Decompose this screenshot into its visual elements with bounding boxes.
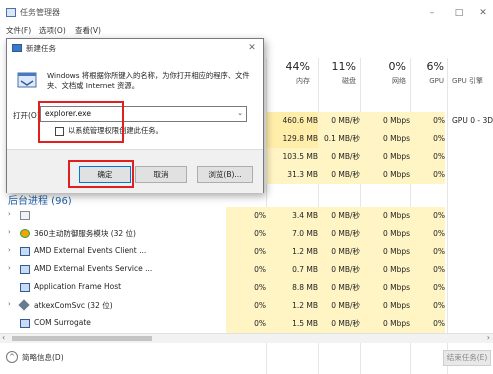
app-window-icon	[20, 319, 30, 328]
gpu-engine-label: GPU 引擎	[452, 77, 483, 85]
dialog-title-bar: 新建任务 ✕	[7, 39, 263, 57]
menu-options[interactable]: 选项(O)	[39, 25, 66, 36]
window-title: 任务管理器	[20, 8, 60, 17]
memory-label: 内存	[296, 77, 310, 85]
table-row[interactable]: › AMD External Events Service ... 0% 0.7…	[0, 261, 493, 279]
run-program-icon	[17, 72, 37, 88]
cancel-button[interactable]: 取消	[135, 166, 187, 183]
task-manager-icon	[6, 8, 16, 17]
column-disk[interactable]: 11% 磁盘	[318, 60, 356, 94]
end-task-button[interactable]: 结束任务(E)	[443, 350, 491, 366]
gpu-label: GPU	[429, 77, 444, 85]
expand-chevron-icon[interactable]: ›	[8, 210, 11, 218]
scroll-left-icon[interactable]: ‹	[2, 333, 5, 342]
dialog-button-bar: 确定 取消 浏览(B)...	[7, 149, 263, 193]
run-window-icon	[12, 44, 22, 52]
network-percent: 0%	[388, 60, 406, 73]
highlight-ok-button	[68, 160, 134, 188]
table-row[interactable]: › atkexComSvc (32 位) 0% 1.2 MB 0 MB/秒 0 …	[0, 297, 493, 315]
close-button[interactable]: ✕	[475, 6, 491, 20]
expand-chevron-icon[interactable]: ›	[8, 300, 11, 308]
expand-chevron-icon[interactable]: ›	[8, 264, 11, 272]
column-network[interactable]: 0% 网络	[360, 60, 406, 94]
chevron-up-icon: ^	[6, 351, 18, 363]
menu-view[interactable]: 查看(V)	[75, 25, 101, 36]
dialog-close-button[interactable]: ✕	[245, 42, 259, 54]
menu-file[interactable]: 文件(F)	[6, 25, 31, 36]
dialog-title: 新建任务	[26, 44, 56, 53]
column-gpu-engine[interactable]: GPU 引擎	[452, 60, 493, 94]
dialog-description: Windows 将根据你所键入的名称，为你打开相应的程序、文件夹、文档或 Int…	[47, 71, 250, 90]
table-row[interactable]: › AMD External Events Client ... 0% 1.2 …	[0, 243, 493, 261]
fewer-details-button[interactable]: ^ 简略信息(D)	[6, 351, 76, 364]
scrollbar-thumb[interactable]	[12, 336, 152, 341]
app-window-icon	[20, 283, 30, 292]
diamond-service-icon	[18, 299, 30, 311]
scroll-right-icon[interactable]: ›	[487, 333, 490, 342]
360-shield-icon	[20, 229, 30, 238]
column-memory[interactable]: 44% 内存	[266, 60, 310, 94]
memory-percent: 44%	[285, 60, 310, 73]
network-label: 网络	[392, 77, 406, 85]
chevron-down-icon[interactable]: ⌄	[237, 109, 243, 117]
expand-chevron-icon[interactable]: ›	[8, 246, 11, 254]
service-window-icon	[20, 265, 30, 274]
browse-button[interactable]: 浏览(B)...	[197, 166, 253, 183]
highlight-open-input	[38, 101, 124, 143]
process-icon	[20, 211, 30, 220]
disk-percent: 11%	[331, 60, 356, 73]
title-bar: 任务管理器 – □ ✕	[0, 0, 493, 24]
maximize-button[interactable]: □	[451, 6, 467, 20]
column-gpu[interactable]: 6% GPU	[410, 60, 444, 94]
disk-label: 磁盘	[342, 77, 356, 85]
horizontal-scrollbar[interactable]: ‹ ›	[0, 333, 493, 343]
table-row[interactable]: Application Frame Host 0% 8.8 MB 0 MB/秒 …	[0, 279, 493, 297]
table-row[interactable]: › 360主动防御服务模块 (32 位) 0% 7.0 MB 0 MB/秒 0 …	[0, 225, 493, 243]
menu-bar: 文件(F) 选项(O) 查看(V)	[0, 25, 200, 37]
gpu-percent: 6%	[426, 60, 444, 73]
minimize-button[interactable]: –	[424, 6, 440, 20]
table-row[interactable]: › 0% 3.4 MB 0 MB/秒 0 Mbps 0%	[0, 207, 493, 225]
service-window-icon	[20, 247, 30, 256]
footer-bar: ^ 简略信息(D) 结束任务(E)	[0, 346, 493, 368]
expand-chevron-icon[interactable]: ›	[8, 228, 11, 236]
background-processes-heading: 后台进程 (96)	[8, 196, 72, 207]
table-row[interactable]: COM Surrogate 0% 1.5 MB 0 MB/秒 0 Mbps 0%	[0, 315, 493, 333]
